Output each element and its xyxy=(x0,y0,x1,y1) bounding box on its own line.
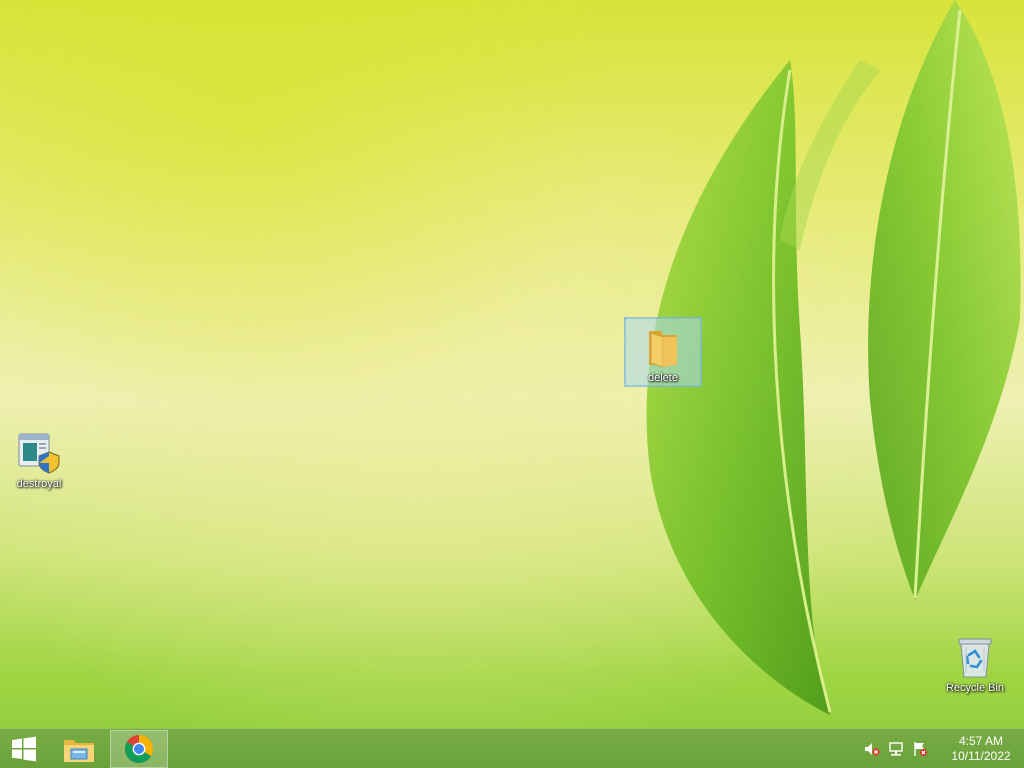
chrome-icon xyxy=(125,734,153,763)
system-clock[interactable]: 4:57 AM 10/11/2022 xyxy=(938,729,1024,768)
desktop-icon-recycle-bin[interactable]: Recycle Bin xyxy=(937,628,1013,695)
folder-icon xyxy=(639,323,687,370)
clock-time: 4:57 AM xyxy=(958,734,1004,748)
desktop-icon-label: Recycle Bin xyxy=(945,682,1005,694)
volume-muted-icon[interactable] xyxy=(860,729,884,768)
action-center-flag-icon[interactable] xyxy=(908,729,932,768)
recycle-bin-icon xyxy=(951,632,999,680)
desktop-icon-label: destroyal xyxy=(16,478,62,490)
installer-shield-icon xyxy=(15,428,63,476)
clock-date: 10/11/2022 xyxy=(951,749,1011,763)
start-button[interactable] xyxy=(0,729,48,768)
desktop-icon-delete[interactable]: delete xyxy=(624,317,702,387)
taskbar-chrome[interactable] xyxy=(110,729,168,768)
network-icon[interactable] xyxy=(884,729,908,768)
desktop-icon-label: delete xyxy=(648,372,678,384)
taskbar: 4:57 AM 10/11/2022 xyxy=(0,728,1024,768)
taskbar-file-explorer[interactable] xyxy=(50,730,108,768)
wallpaper-leaves xyxy=(646,0,1021,715)
file-explorer-icon xyxy=(64,739,94,762)
windows-logo-icon xyxy=(12,736,36,761)
desktop[interactable]: destroyal delete Recycle Bin xyxy=(0,0,1024,728)
system-tray: 4:57 AM 10/11/2022 xyxy=(860,729,1024,768)
desktop-icon-destroyal[interactable]: destroyal xyxy=(1,424,77,491)
